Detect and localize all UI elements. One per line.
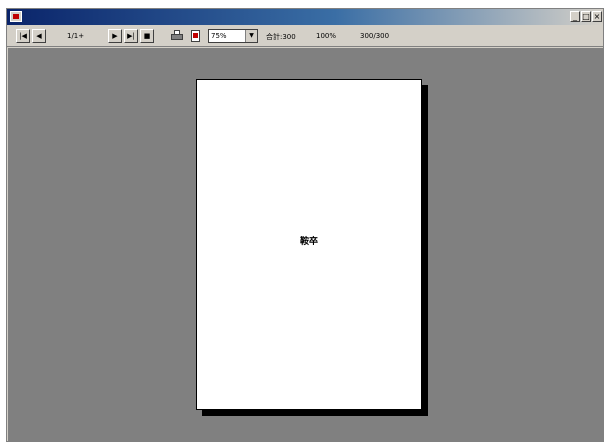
title-bar[interactable]: _ □ × — [7, 9, 603, 25]
status-records: 300/300 — [360, 32, 390, 40]
last-page-button[interactable]: ▶| — [124, 29, 138, 43]
next-page-button[interactable]: ▶ — [108, 29, 122, 43]
status-percent: 100% — [316, 32, 337, 40]
preview-area[interactable]: 鞍卒 — [8, 48, 604, 441]
first-page-button[interactable]: |◀ — [16, 29, 30, 43]
export-mark — [193, 33, 198, 38]
chevron-down-icon[interactable]: ▼ — [245, 30, 257, 42]
toolbar: |◀ ◀ 1/1+ ▶ ▶| ■ 75% ▼ 合計:300 100% 300/3… — [7, 26, 603, 47]
status-total: 合計:300 — [266, 33, 296, 41]
export-icon[interactable] — [188, 29, 204, 43]
report-viewer-window: _ □ × |◀ ◀ 1/1+ ▶ ▶| ■ 75% ▼ 合計:300 100%… — [6, 8, 604, 442]
close-button[interactable]: × — [592, 11, 602, 22]
prev-page-button[interactable]: ◀ — [32, 29, 46, 43]
document-page: 鞍卒 — [196, 79, 422, 410]
zoom-select[interactable]: 75% ▼ — [208, 29, 258, 43]
page-indicator[interactable]: 1/1+ — [67, 32, 84, 40]
page-text: 鞍卒 — [299, 237, 318, 247]
printer-icon[interactable] — [170, 29, 184, 43]
stop-button[interactable]: ■ — [140, 29, 154, 43]
app-icon[interactable] — [10, 11, 22, 22]
minimize-button[interactable]: _ — [570, 11, 580, 22]
printer-body — [171, 34, 183, 40]
maximize-button[interactable]: □ — [581, 11, 591, 22]
zoom-value: 75% — [211, 32, 227, 40]
